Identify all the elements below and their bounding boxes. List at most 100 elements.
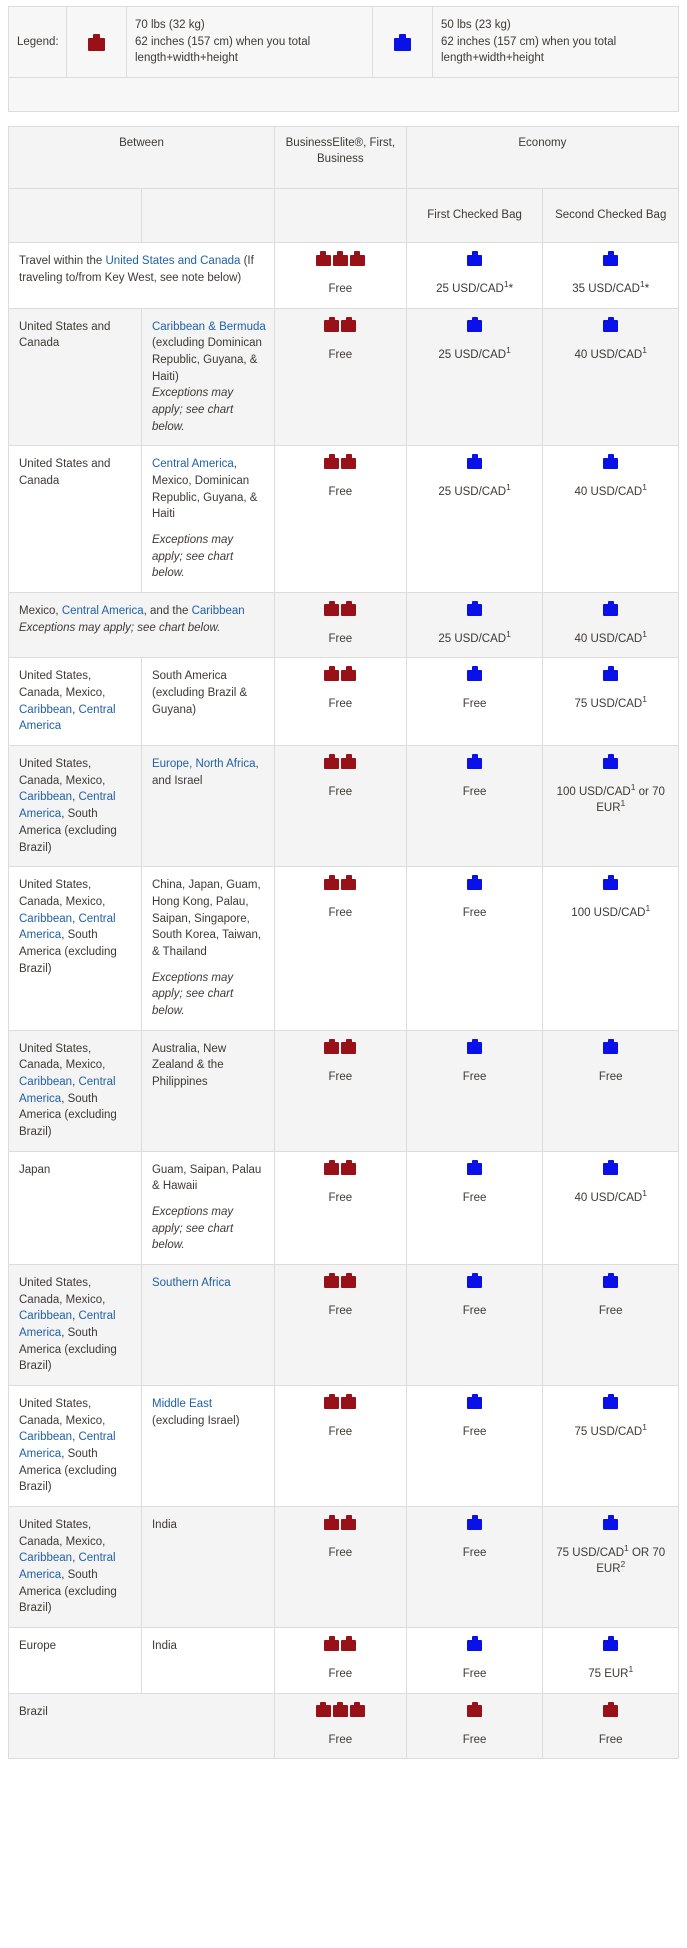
suitcase-icon-red [332, 251, 348, 267]
origin-link-1[interactable]: Caribbean [19, 1552, 72, 1564]
legend-icon-red-cell [66, 5, 127, 79]
destination-link-0[interactable]: Central America [152, 458, 234, 470]
cell-business-elite: Free [273, 445, 407, 593]
origin-link-1[interactable]: Caribbean [19, 1310, 72, 1322]
origin-link-1[interactable]: United States and Canada [106, 255, 241, 267]
second-bag-fare-value: 40 USD/CAD1 [574, 629, 647, 645]
cell-second-checked-bag: Free [542, 1263, 679, 1386]
suitcase-icon-red [324, 454, 340, 470]
suitcase-icon-red [341, 600, 357, 616]
destination-link-0[interactable]: Middle East [152, 1398, 212, 1410]
row-origin-cell: United States and Canada [8, 445, 142, 593]
baggage-table-section: Between BusinessElite®, First, Business … [0, 112, 687, 1767]
origin-text-0: United States, Canada, Mexico, [19, 670, 106, 700]
second-bag-fare-value: 75 EUR1 [588, 1664, 634, 1681]
destination-link-0[interactable]: Caribbean & Bermuda [152, 321, 266, 333]
origin-text-0: United States, Canada, Mexico, [19, 1519, 106, 1548]
baggage-allowance-page: Legend: 70 lbs (32 kg) 62 inches (157 cm… [0, 0, 687, 1767]
origin-link-1[interactable]: Caribbean [19, 791, 72, 803]
first-bag-icons [411, 1515, 539, 1530]
legend-label: Legend: [8, 5, 67, 79]
origin-link-1[interactable]: Caribbean [19, 913, 72, 925]
second-bag-icons [547, 666, 674, 682]
cell-first-checked-bag: Free [405, 1692, 544, 1760]
row-destination-cell: Australia, New Zealand & the Philippines [140, 1029, 275, 1152]
origin-text-2: , and the [143, 604, 192, 617]
suitcase-icon-blue [603, 1393, 619, 1409]
cell-first-checked-bag: 25 USD/CAD1 [405, 445, 544, 593]
origin-link-1[interactable]: Central America [62, 605, 144, 617]
destination-text-0: Australia, New Zealand & the Philippines [151, 1042, 227, 1088]
cell-first-checked-bag: Free [405, 1384, 544, 1508]
cell-business-elite: Free [273, 657, 407, 747]
first-bag-fare-value: 25 USD/CAD1* [436, 279, 514, 296]
business-fare-value: Free [328, 907, 353, 920]
legend-text-blue: 50 lbs (23 kg) 62 inches (157 cm) when y… [432, 5, 679, 79]
second-bag-fare-value: Free [598, 1070, 623, 1083]
suitcase-icon-blue [467, 1636, 483, 1652]
origin-text-0: Travel within the [19, 255, 106, 268]
cell-second-checked-bag: Free [542, 1692, 679, 1760]
legend-blue-line1: 50 lbs (23 kg) [441, 19, 511, 31]
column-header-business-spacer [273, 188, 407, 244]
second-bag-icons [547, 316, 674, 332]
first-bag-icons [411, 251, 539, 267]
business-bag-icons [279, 600, 402, 616]
suitcase-icon-blue [467, 875, 483, 891]
row-origin-cell: United States, Canada, Mexico, Caribbean… [8, 745, 142, 868]
business-bag-icons [279, 1272, 402, 1288]
suitcase-icon-red [341, 1272, 357, 1288]
first-bag-icons [411, 600, 539, 616]
origin-link-1[interactable]: Caribbean [19, 1076, 72, 1088]
suitcase-icon-blue [467, 1393, 483, 1409]
row-destination-cell: Middle East (excluding Israel) [140, 1384, 275, 1508]
first-bag-fare-value: 25 USD/CAD1 [438, 482, 511, 499]
row-origin-cell: United States, Canada, Mexico, Caribbean… [8, 1505, 142, 1629]
suitcase-icon-blue [467, 1038, 483, 1054]
business-bag-icons [279, 1393, 402, 1409]
origin-link-1[interactable]: Caribbean [19, 704, 72, 716]
second-bag-fare-value: 40 USD/CAD1 [574, 344, 647, 361]
row-origin-cell: United States, Canada, Mexico, Caribbean… [8, 657, 142, 747]
origin-link-1[interactable]: Caribbean [19, 1431, 72, 1443]
table-row: Travel within the United States and Cana… [8, 242, 679, 309]
first-bag-fare-value: Free [462, 1733, 487, 1746]
business-fare-value: Free [328, 283, 353, 296]
destination-text-0: South America (excluding Brazil & Guyana… [151, 670, 248, 716]
destination-text-0: India [151, 1519, 177, 1531]
destination-text-1: (excluding Dominican Republic, Guyana, &… [151, 337, 262, 383]
cell-first-checked-bag: Free [405, 1627, 544, 1694]
row-destination-cell: South America (excluding Brazil & Guyana… [140, 657, 275, 747]
cell-business-elite: Free [273, 1029, 407, 1152]
table-head: Between BusinessElite®, First, Business … [8, 126, 680, 244]
header-row-top: Between BusinessElite®, First, Business … [8, 126, 680, 190]
origin-link-3[interactable]: Caribbean [192, 605, 245, 617]
origin-exception-note: Exceptions may apply; see chart below. [19, 621, 221, 634]
suitcase-icon-blue [603, 1159, 619, 1175]
row-destination-cell: India [140, 1505, 275, 1629]
business-fare-value: Free [328, 698, 353, 711]
first-bag-icons [411, 1701, 539, 1717]
table-row: United States, Canada, Mexico, Caribbean… [8, 1263, 679, 1386]
cell-first-checked-bag: Free [405, 1263, 544, 1386]
cell-second-checked-bag: 75 USD/CAD1 [542, 657, 679, 747]
row-origin-cell: Japan [8, 1150, 142, 1265]
suitcase-icon-red [603, 1701, 619, 1717]
suitcase-icon-red [315, 251, 331, 267]
destination-link-0[interactable]: Southern Africa [152, 1277, 231, 1289]
first-bag-icons [411, 875, 539, 891]
destination-link-0[interactable]: Europe, North Africa [152, 758, 256, 770]
column-header-second-checked-bag: Second Checked Bag [542, 188, 679, 244]
second-bag-fare-value: 40 USD/CAD1 [574, 1187, 647, 1204]
second-bag-fare-value: 35 USD/CAD1* [572, 279, 650, 296]
cell-business-elite: Free [273, 307, 407, 447]
business-fare-value: Free [328, 1547, 353, 1559]
legend-section: Legend: 70 lbs (32 kg) 62 inches (157 cm… [0, 0, 687, 113]
row-origin-cell: United States, Canada, Mexico, Caribbean… [8, 1029, 142, 1152]
business-bag-icons [279, 754, 402, 770]
cell-business-elite: Free [273, 1384, 407, 1508]
suitcase-icon-blue [603, 251, 619, 267]
second-bag-icons [547, 754, 674, 770]
suitcase-icon-blue [467, 1515, 483, 1530]
destination-text-1: (excluding Israel) [151, 1414, 240, 1427]
